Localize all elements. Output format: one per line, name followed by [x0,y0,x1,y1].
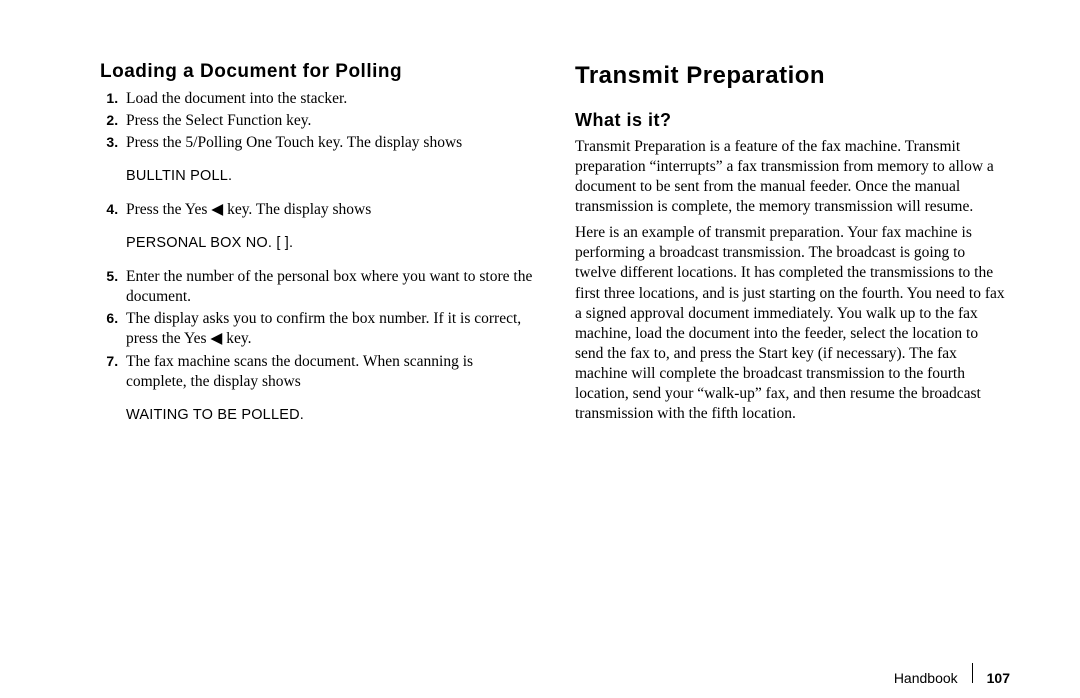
right-column: Transmit Preparation What is it? Transmi… [575,60,1010,660]
display-waiting: WAITING TO BE POLLED. [100,406,535,425]
page: Loading a Document for Polling Load the … [0,0,1080,660]
step-7: The fax machine scans the document. When… [122,352,535,392]
page-number: 107 [987,670,1010,686]
step-6: The display asks you to confirm the box … [122,309,535,349]
footer-separator [972,663,973,683]
step-4: Press the Yes ◀ key. The display shows [122,200,535,220]
page-footer: Handbook 107 [894,661,1010,686]
right-paragraph-1: Transmit Preparation is a feature of the… [575,137,1010,218]
step-4-text-b: key. The display shows [223,201,371,218]
left-triangle-icon: ◀ [210,329,222,349]
step-list: Load the document into the stacker. Pres… [100,89,535,153]
step-list-2: Press the Yes ◀ key. The display shows [100,200,535,220]
left-column: Loading a Document for Polling Load the … [100,60,535,660]
step-3: Press the 5/Polling One Touch key. The d… [122,133,535,153]
step-5: Enter the number of the personal box whe… [122,267,535,307]
right-heading: Transmit Preparation [575,60,1010,91]
step-4-text-a: Press the Yes [126,201,211,218]
display-bulltin-poll: BULLTIN POLL. [100,167,535,186]
left-triangle-icon: ◀ [211,200,223,220]
footer-label: Handbook [894,670,958,686]
right-subheading: What is it? [575,109,1010,132]
step-list-3: Enter the number of the personal box whe… [100,267,535,392]
left-heading: Loading a Document for Polling [100,60,535,85]
step-2: Press the Select Function key. [122,111,535,131]
step-6-text-a: The display asks you to confirm the box … [126,310,521,347]
right-paragraph-2: Here is an example of transmit preparati… [575,223,1010,424]
step-6-text-b: key. [222,330,251,347]
step-1: Load the document into the stacker. [122,89,535,109]
display-personal-box: PERSONAL BOX NO. [ ]. [100,234,535,253]
